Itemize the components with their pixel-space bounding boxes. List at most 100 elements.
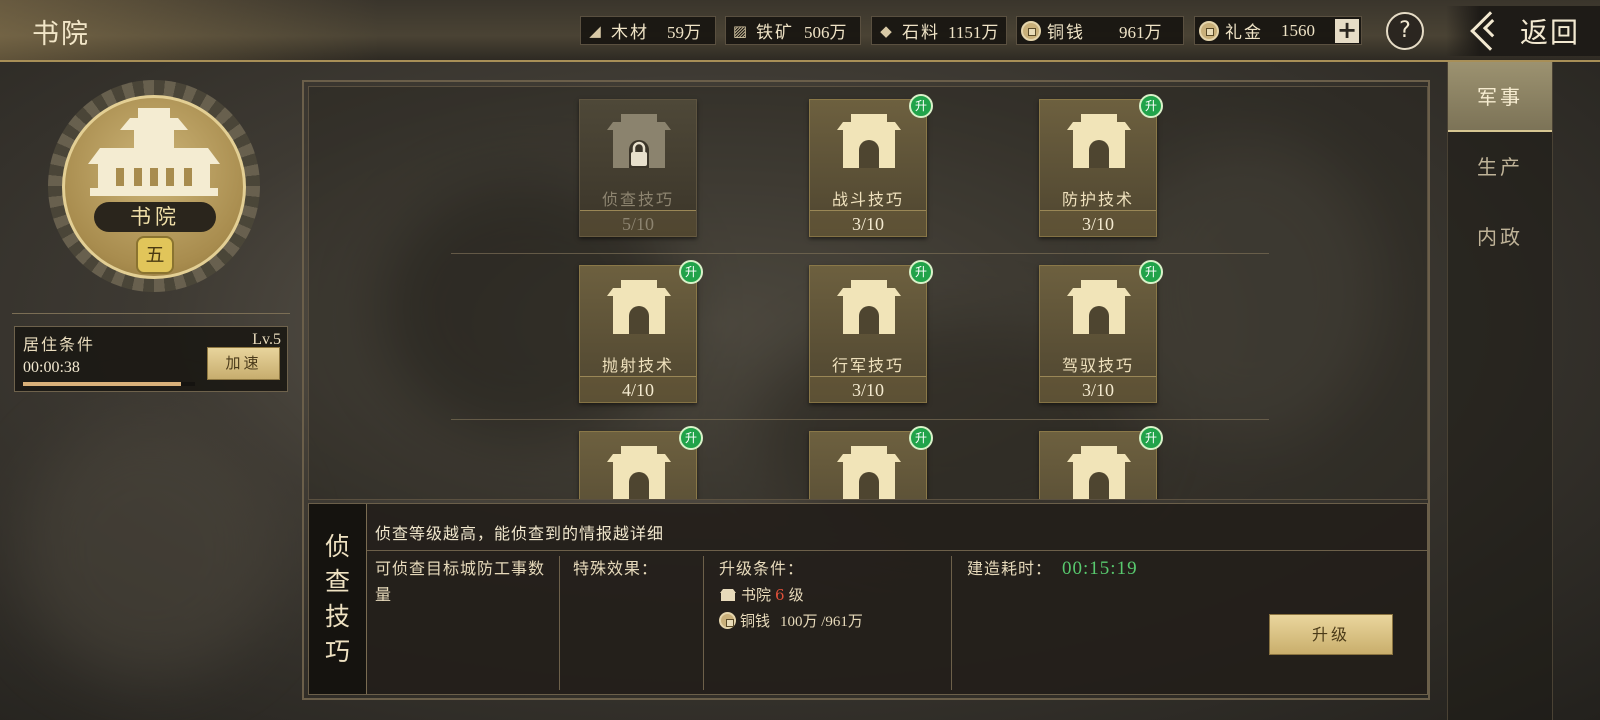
resource-value: 961万 xyxy=(1119,23,1162,42)
req-coin-value: 100万 /961万 xyxy=(780,614,863,630)
stone-icon: ◆ xyxy=(880,21,892,40)
tech-level: 4/10 xyxy=(580,376,696,403)
tech-card[interactable]: 战斗技巧 3/10 xyxy=(809,99,927,237)
background-blur xyxy=(20,420,280,680)
gate-icon xyxy=(1067,114,1131,168)
build-time-value: 00:15:19 xyxy=(1062,558,1138,579)
building-level-badge: 五 xyxy=(136,236,174,274)
resource-name: 石料 xyxy=(902,23,940,43)
tech-icon xyxy=(837,112,901,170)
detail-title-char: 查 xyxy=(324,567,350,596)
detail-title-char: 侦 xyxy=(324,532,350,561)
tab-production[interactable]: 生产 xyxy=(1448,132,1552,202)
detail-title-char: 技 xyxy=(324,602,350,631)
gate-icon xyxy=(837,280,901,334)
copper-coin-icon xyxy=(719,612,736,629)
tech-name: 防护技术 xyxy=(1061,190,1134,209)
tech-card[interactable]: 驾驭技巧 3/10 xyxy=(1039,265,1157,403)
divider xyxy=(703,556,704,690)
gate-icon xyxy=(1067,446,1131,499)
tech-icon xyxy=(607,278,671,336)
tab-military[interactable]: 军事 xyxy=(1448,62,1552,132)
page-title: 书院 xyxy=(32,19,90,50)
tech-name: 战斗技巧 xyxy=(831,190,904,209)
residence-timer: 00:00:38 xyxy=(23,359,80,376)
tech-icon xyxy=(1067,444,1131,499)
resource-name: 礼金 xyxy=(1225,23,1263,43)
divider xyxy=(367,550,1427,551)
tech-grid[interactable]: 侦查技巧 5/10 战斗技巧 3/10 升 防护技术 3/10 升 抛射技术 4… xyxy=(308,86,1428,500)
tech-level: 3/10 xyxy=(810,210,926,237)
resource-name: 铜钱 xyxy=(1047,23,1085,43)
resource-stone: ◆ 石料 1151万 xyxy=(871,16,1007,45)
back-button[interactable]: 返回 xyxy=(1446,6,1600,56)
tech-name: 抛射技术 xyxy=(601,356,674,375)
gate-icon xyxy=(837,114,901,168)
resource-value: 1151万 xyxy=(948,23,999,42)
resource-name: 木材 xyxy=(611,23,649,43)
upgrade-available-badge: 升 xyxy=(1139,94,1163,118)
upgrade-available-badge: 升 xyxy=(1139,260,1163,284)
requirement-coin: 铜钱 100万 /961万 xyxy=(719,610,863,631)
tech-card[interactable]: 行军技巧 3/10 xyxy=(809,265,927,403)
build-time: 建造耗时： 00:15:19 xyxy=(967,556,1138,582)
tech-level: 3/10 xyxy=(810,376,926,403)
academy-building-icon xyxy=(88,108,220,196)
tech-icon xyxy=(607,112,671,170)
speed-up-button[interactable]: 加速 xyxy=(207,347,280,380)
req-building-suffix: 级 xyxy=(788,586,804,604)
tech-card[interactable]: 抛射技术 4/10 xyxy=(579,265,697,403)
tech-level: 5/10 xyxy=(580,210,696,237)
tab-internal-affairs[interactable]: 内政 xyxy=(1448,202,1552,272)
resource-value: 506万 xyxy=(804,23,847,42)
upgrade-available-badge: 升 xyxy=(909,260,933,284)
upgrade-available-badge: 升 xyxy=(909,94,933,118)
tech-icon xyxy=(1067,278,1131,336)
residence-label: 居住条件 xyxy=(23,335,96,354)
residence-panel: 居住条件 Lv.5 00:00:38 加速 xyxy=(14,326,288,392)
tech-card[interactable]: 防护技术 3/10 xyxy=(1039,99,1157,237)
divider xyxy=(559,556,560,690)
upgrade-available-badge: 升 xyxy=(679,260,703,284)
upgrade-available-badge: 升 xyxy=(679,426,703,450)
gift-money-icon xyxy=(1195,17,1223,45)
tech-icon xyxy=(1067,112,1131,170)
resource-name: 铁矿 xyxy=(756,23,794,43)
locked-gate-icon xyxy=(607,114,671,168)
req-building-level: 6 xyxy=(775,585,785,604)
detail-title: 侦 查 技 巧 xyxy=(309,504,367,694)
residence-progress-bar xyxy=(23,382,195,386)
upgrade-button[interactable]: 升级 xyxy=(1269,614,1393,655)
tech-icon xyxy=(607,444,671,499)
tech-name: 行军技巧 xyxy=(831,356,904,375)
tech-detail-panel: 侦 查 技 巧 侦查等级越高，能侦查到的情报越详细 可侦查目标城防工事数量 特殊… xyxy=(308,503,1428,695)
iron-ore-icon: ▨ xyxy=(732,21,748,40)
progress-fill xyxy=(23,382,182,386)
gate-icon xyxy=(1067,280,1131,334)
divider xyxy=(951,556,952,690)
tech-name: 驾驭技巧 xyxy=(1061,356,1134,375)
tech-description: 侦查等级越高，能侦查到的情报越详细 xyxy=(375,524,665,543)
special-effect-label: 特殊效果： xyxy=(573,559,659,578)
tech-name: 侦查技巧 xyxy=(601,190,674,209)
row-divider xyxy=(451,419,1269,420)
tech-icon xyxy=(837,444,901,499)
detail-title-char: 巧 xyxy=(324,637,350,666)
tech-level: 3/10 xyxy=(1040,210,1156,237)
resource-wood: ◢ 木材 59万 xyxy=(580,16,716,45)
building-icon xyxy=(720,588,736,601)
resource-iron: ▨ 铁矿 506万 xyxy=(725,16,861,45)
resource-value: 59万 xyxy=(667,23,701,42)
gate-icon xyxy=(837,446,901,499)
build-time-label: 建造耗时： xyxy=(967,559,1053,578)
tech-icon xyxy=(837,278,901,336)
tech-card[interactable]: 侦查技巧 5/10 xyxy=(579,99,697,237)
add-gift-money-button[interactable]: + xyxy=(1335,18,1359,43)
upgrade-available-badge: 升 xyxy=(1139,426,1163,450)
row-divider xyxy=(451,253,1269,254)
req-building-name: 书院 xyxy=(741,586,772,604)
tech-level: 3/10 xyxy=(1040,376,1156,403)
gate-icon xyxy=(607,280,671,334)
upgrade-conditions-label: 升级条件： xyxy=(719,559,805,578)
help-button[interactable]: ? xyxy=(1386,12,1424,50)
